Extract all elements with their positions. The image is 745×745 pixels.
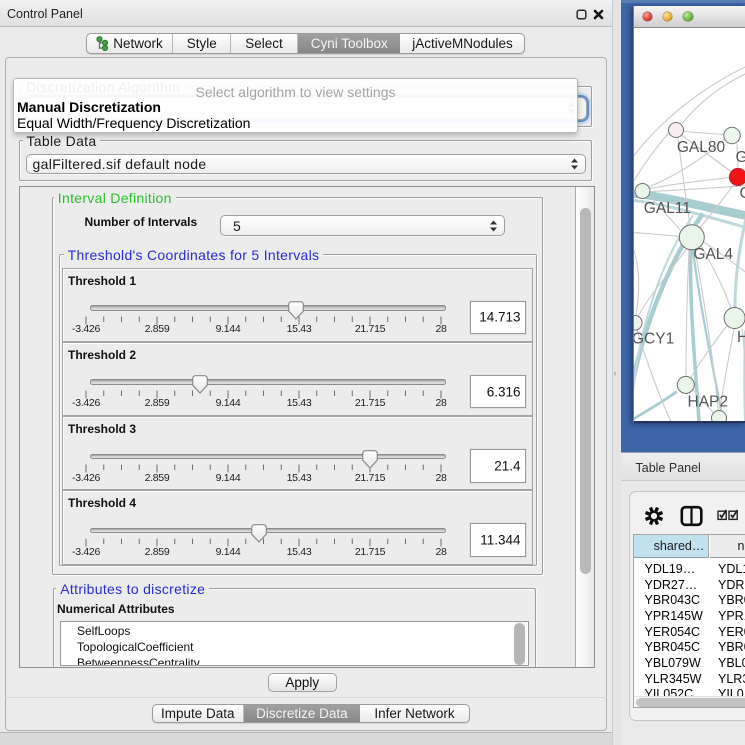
svg-text:HI: HI bbox=[737, 329, 745, 346]
svg-text:GAL80: GAL80 bbox=[676, 139, 725, 156]
svg-text:GCY1: GCY1 bbox=[634, 330, 674, 347]
svg-text:GAL4: GAL4 bbox=[693, 246, 733, 263]
svg-text:GAL11: GAL11 bbox=[643, 200, 690, 217]
svg-text:C: C bbox=[739, 185, 745, 202]
svg-text:GA: GA bbox=[735, 149, 745, 166]
svg-text:HAP2: HAP2 bbox=[687, 393, 728, 410]
